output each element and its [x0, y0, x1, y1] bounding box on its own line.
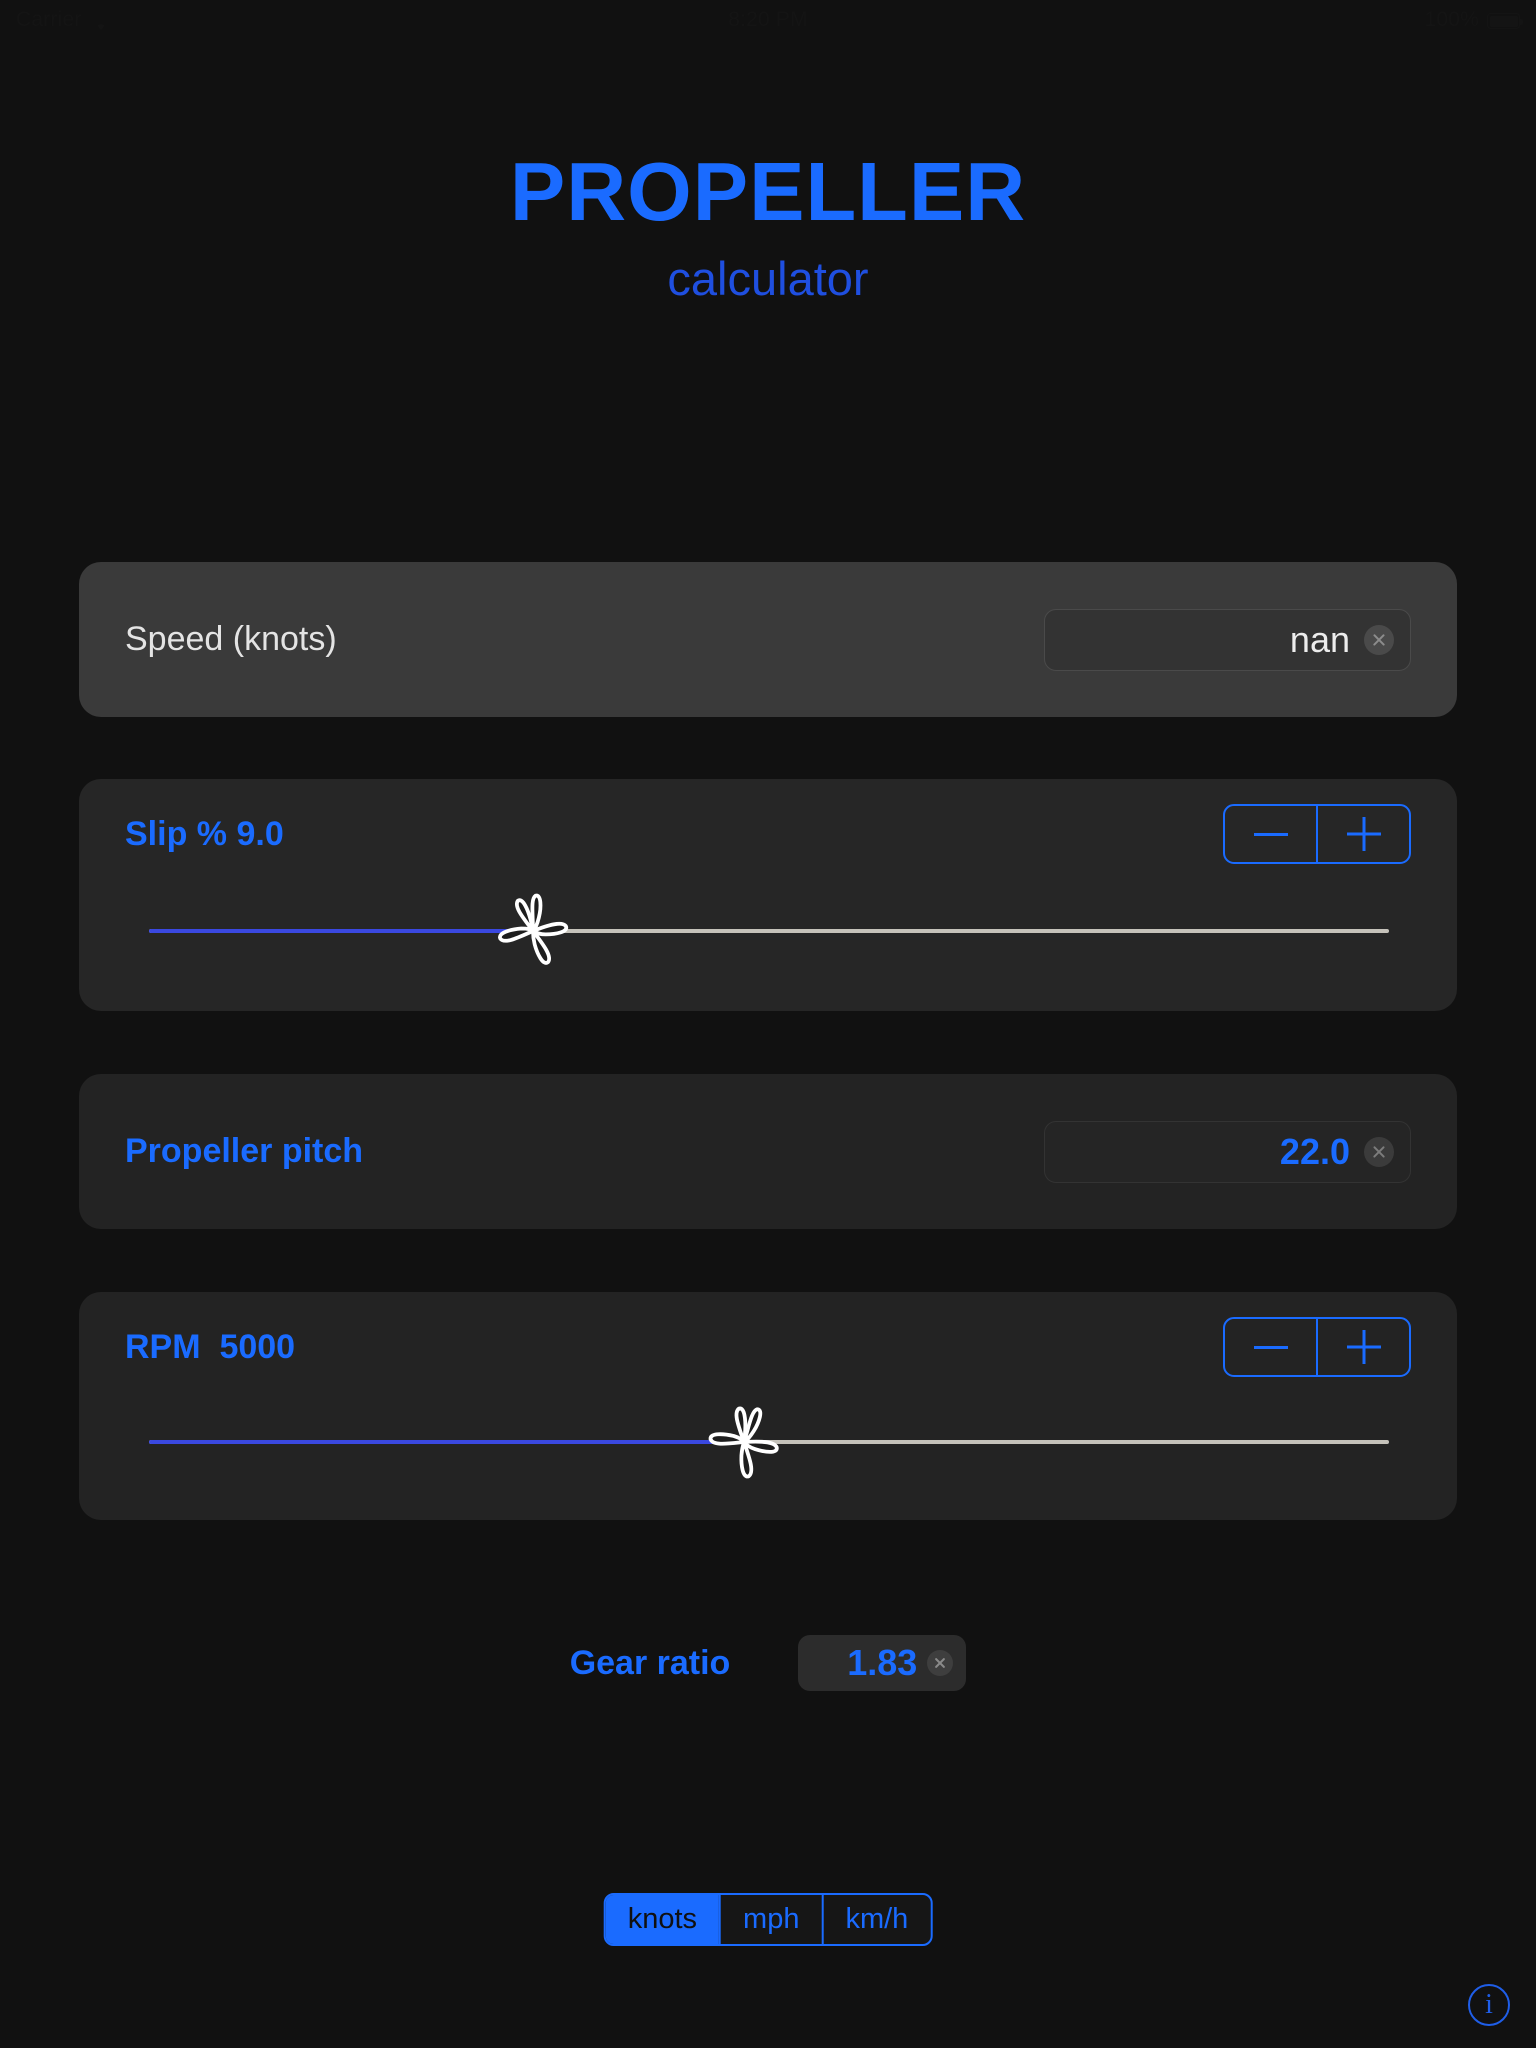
rpm-card: RPM 5000	[79, 1292, 1457, 1520]
clear-icon[interactable]	[1364, 624, 1394, 655]
status-bar-right: 100%	[1424, 8, 1523, 32]
slip-slider-thumb[interactable]	[491, 889, 575, 973]
slider-track-fill	[149, 1440, 745, 1444]
minus-icon	[1253, 1345, 1288, 1349]
propeller-icon	[708, 1406, 779, 1479]
rpm-decrement-button[interactable]	[1225, 1319, 1316, 1375]
app-header: PROPELLER calculator	[0, 150, 1536, 302]
rpm-slider[interactable]	[149, 1406, 1389, 1479]
unit-segmented-control[interactable]: knots mph km/h	[603, 1893, 933, 1946]
battery-full-icon	[1487, 13, 1523, 29]
speed-label: Speed (knots)	[125, 620, 337, 658]
unit-option-mph[interactable]: mph	[719, 1895, 821, 1944]
clock-label: 8:20 PM	[728, 8, 808, 31]
rpm-increment-button[interactable]	[1316, 1319, 1409, 1375]
status-bar: Carrier 8:20 PM 100%	[0, 0, 1536, 40]
plus-icon	[1347, 817, 1381, 851]
propeller-pitch-input[interactable]: 22.0	[1044, 1120, 1411, 1183]
rpm-label: RPM 5000	[125, 1327, 296, 1366]
gear-ratio-label: Gear ratio	[569, 1643, 731, 1682]
plus-icon	[1347, 1330, 1381, 1364]
propeller-pitch-value: 22.0	[1279, 1130, 1350, 1172]
app-screen: Carrier 8:20 PM 100% PROPELLER calculato…	[0, 0, 1536, 2048]
slip-label: Slip % 9.0	[125, 814, 284, 853]
minus-icon	[1253, 832, 1288, 836]
slip-decrement-button[interactable]	[1225, 806, 1316, 862]
slip-increment-button[interactable]	[1316, 806, 1409, 862]
speed-input[interactable]: nan	[1044, 608, 1411, 671]
unit-option-kmh[interactable]: km/h	[821, 1895, 930, 1944]
page-subtitle: calculator	[667, 252, 869, 305]
page-title: PROPELLER	[509, 145, 1027, 238]
speed-value: nan	[1289, 618, 1350, 660]
rpm-slider-thumb[interactable]	[702, 1400, 786, 1484]
clear-icon[interactable]	[927, 1650, 954, 1676]
battery-percent-label: 100%	[1424, 8, 1479, 31]
speed-card: Speed (knots) nan	[79, 562, 1457, 717]
gear-ratio-value: 1.83	[847, 1642, 918, 1683]
clear-icon[interactable]	[1364, 1136, 1394, 1167]
propeller-pitch-card: Propeller pitch 22.0	[79, 1074, 1457, 1229]
info-icon[interactable]: i	[1468, 1984, 1510, 2026]
propeller-pitch-label: Propeller pitch	[125, 1132, 364, 1170]
propeller-icon	[498, 893, 569, 965]
slip-slider[interactable]	[149, 893, 1389, 965]
info-glyph: i	[1485, 1989, 1493, 2020]
unit-option-knots[interactable]: knots	[605, 1895, 720, 1944]
rpm-stepper[interactable]	[1223, 1317, 1411, 1377]
slider-track-fill	[149, 929, 534, 933]
gear-ratio-row: Gear ratio 1.83	[0, 1635, 1536, 1691]
gear-ratio-input[interactable]: 1.83	[798, 1635, 967, 1691]
slip-card: Slip % 9.0	[79, 779, 1457, 1011]
slip-stepper[interactable]	[1223, 804, 1411, 864]
